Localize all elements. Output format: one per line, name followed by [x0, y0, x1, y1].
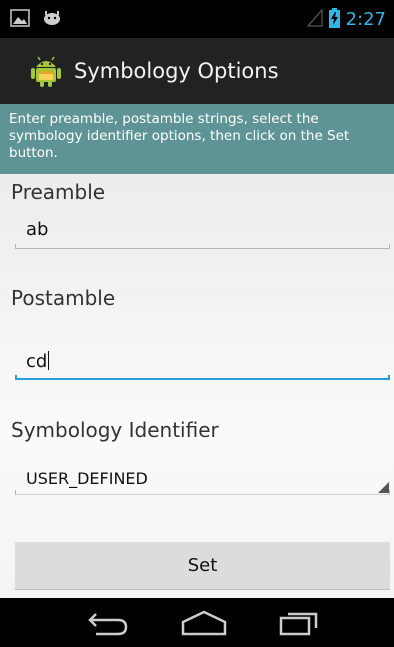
page-title: Symbology Options: [74, 59, 279, 83]
spinner-dropdown-icon[interactable]: [378, 482, 389, 493]
back-icon[interactable]: [86, 610, 130, 640]
navigation-bar: [0, 598, 394, 647]
preamble-input-underline: [15, 244, 390, 249]
spinner-underline: [15, 490, 390, 495]
text-cursor: [48, 351, 50, 370]
image-notification-icon: [10, 9, 30, 31]
battery-icon: [328, 8, 340, 32]
postamble-label: Postamble: [11, 286, 116, 310]
postamble-input[interactable]: cd: [26, 351, 50, 372]
instruction-banner: Enter preamble, postamble strings, selec…: [0, 104, 394, 174]
clock: 2:27: [345, 9, 386, 30]
preamble-input[interactable]: ab: [26, 219, 48, 240]
symbology-identifier-label: Symbology Identifier: [11, 418, 219, 442]
android-app-icon[interactable]: [30, 55, 62, 87]
android-debug-icon: [42, 9, 62, 31]
postamble-input-underline: [15, 375, 390, 380]
action-bar: Symbology Options: [0, 38, 394, 104]
set-button[interactable]: Set: [15, 542, 390, 590]
status-bar: 2:27: [0, 0, 394, 38]
recent-apps-icon[interactable]: [278, 610, 320, 640]
instruction-text: Enter preamble, postamble strings, selec…: [9, 111, 350, 161]
postamble-value: cd: [26, 351, 48, 372]
symbology-identifier-spinner[interactable]: USER_DEFINED: [26, 469, 148, 488]
home-icon[interactable]: [180, 610, 228, 640]
signal-icon: [306, 8, 323, 31]
form-content: Preamble ab Postamble cd Symbology Ident…: [0, 174, 394, 598]
preamble-label: Preamble: [11, 180, 106, 204]
